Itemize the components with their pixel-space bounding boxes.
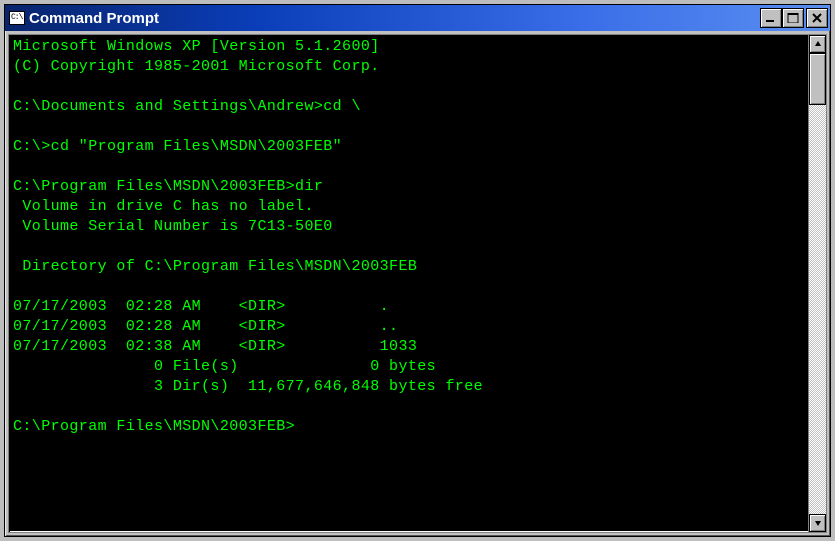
titlebar[interactable]: C:\ Command Prompt (5, 5, 830, 31)
window-title: Command Prompt (29, 10, 756, 27)
app-icon-glyph: C:\ (11, 14, 22, 22)
scroll-down-button[interactable] (809, 514, 826, 532)
console-output[interactable]: Microsoft Windows XP [Version 5.1.2600] … (9, 35, 808, 532)
app-icon[interactable]: C:\ (9, 11, 25, 25)
close-button[interactable] (806, 8, 828, 28)
minimize-button[interactable] (760, 8, 782, 28)
maximize-button[interactable] (782, 8, 804, 28)
client-area: Microsoft Windows XP [Version 5.1.2600] … (8, 34, 827, 533)
command-prompt-window: C:\ Command Prompt Microsoft Windows XP … (4, 4, 831, 537)
scroll-track[interactable] (809, 53, 826, 514)
window-controls (760, 8, 828, 28)
scroll-thumb[interactable] (809, 53, 826, 105)
vertical-scrollbar[interactable] (808, 35, 826, 532)
scroll-up-button[interactable] (809, 35, 826, 53)
